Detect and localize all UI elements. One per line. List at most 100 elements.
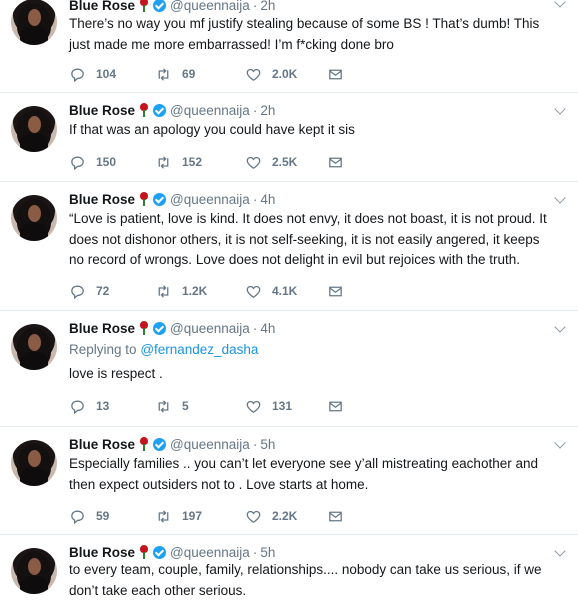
display-name[interactable]: Blue Rose xyxy=(69,103,135,118)
dm-button[interactable] xyxy=(327,283,344,300)
dm-button[interactable] xyxy=(327,508,344,525)
reply-button[interactable]: 72 xyxy=(69,283,155,300)
verified-badge-icon xyxy=(153,321,167,335)
retweet-button[interactable]: 5 xyxy=(155,398,245,415)
chevron-down-icon[interactable] xyxy=(554,103,566,115)
retweet-count: 1.2K xyxy=(182,284,208,298)
tweet[interactable]: Blue Rose @queennaija · 2h There’s no wa… xyxy=(0,0,578,93)
like-button[interactable]: 4.1K xyxy=(245,283,327,300)
separator: · xyxy=(252,102,258,118)
handle[interactable]: @queennaija xyxy=(170,437,250,452)
envelope-icon xyxy=(329,511,342,521)
heart-icon xyxy=(246,510,261,523)
display-name[interactable]: Blue Rose xyxy=(69,192,135,207)
reply-button[interactable]: 59 xyxy=(69,508,155,525)
timestamp[interactable]: 4h xyxy=(260,321,275,336)
separator: · xyxy=(252,320,258,336)
tweet[interactable]: Blue Rose @queennaija · 2h If that was a… xyxy=(0,93,578,182)
tweet-text: Especially families .. you can’t let eve… xyxy=(69,454,571,495)
heart-icon xyxy=(246,68,261,81)
chevron-down-icon[interactable] xyxy=(554,437,566,449)
tweet[interactable]: Blue Rose @queennaija · 5h to every team… xyxy=(0,535,578,600)
verified-badge-icon xyxy=(153,437,167,451)
separator: · xyxy=(252,436,258,452)
like-button[interactable]: 2.2K xyxy=(245,508,327,525)
like-button[interactable]: 2.5K xyxy=(245,154,327,171)
like-count: 2.5K xyxy=(272,155,298,169)
timestamp[interactable]: 5h xyxy=(260,545,275,560)
reply-button[interactable]: 104 xyxy=(69,66,155,83)
retweet-button[interactable]: 152 xyxy=(155,154,245,171)
reply-count: 150 xyxy=(96,155,117,169)
display-name[interactable]: Blue Rose xyxy=(69,321,135,336)
reply-count: 13 xyxy=(96,399,110,413)
heart-icon xyxy=(246,400,261,413)
handle[interactable]: @queennaija xyxy=(170,192,250,207)
verified-badge-icon xyxy=(153,103,167,117)
envelope-icon xyxy=(329,401,342,411)
separator: · xyxy=(252,191,258,207)
replying-to-link[interactable]: @fernandez_dasha xyxy=(140,342,258,357)
reply-count: 59 xyxy=(96,509,110,523)
reply-count: 104 xyxy=(96,67,117,81)
tweet-text-line: If that was an apology you could have ke… xyxy=(69,122,355,137)
timestamp[interactable]: 2h xyxy=(260,103,275,118)
tweet-header: Blue Rose @queennaija · 4h xyxy=(69,190,275,208)
avatar[interactable] xyxy=(11,548,57,594)
timestamp[interactable]: 2h xyxy=(260,0,275,13)
reply-button[interactable]: 150 xyxy=(69,154,155,171)
tweet-actions: 104 69 2.0K xyxy=(69,65,344,83)
retweet-count: 152 xyxy=(182,155,203,169)
handle[interactable]: @queennaija xyxy=(170,545,250,560)
timestamp[interactable]: 5h xyxy=(260,437,275,452)
retweet-icon xyxy=(158,399,169,413)
avatar[interactable] xyxy=(11,324,57,370)
replying-to-label: Replying to xyxy=(69,342,137,357)
display-name[interactable]: Blue Rose xyxy=(69,437,135,452)
tweet[interactable]: Blue Rose @queennaija · 5h Especially fa… xyxy=(0,427,578,535)
separator: · xyxy=(252,544,258,560)
chevron-down-icon[interactable] xyxy=(554,321,566,333)
envelope-icon xyxy=(329,69,342,79)
like-count: 4.1K xyxy=(272,284,298,298)
tweet[interactable]: Blue Rose @queennaija · 4h Replying to @… xyxy=(0,311,578,427)
rose-emoji-icon xyxy=(139,0,149,12)
tweet-actions: 59 197 2.2K xyxy=(69,507,344,525)
like-button[interactable]: 131 xyxy=(245,398,327,415)
tweet-text-line: There’s no way you mf justify stealing b… xyxy=(69,16,540,31)
timestamp[interactable]: 4h xyxy=(260,192,275,207)
retweet-button[interactable]: 197 xyxy=(155,508,245,525)
handle[interactable]: @queennaija xyxy=(170,103,250,118)
display-name[interactable]: Blue Rose xyxy=(69,545,135,560)
envelope-icon xyxy=(329,157,342,167)
like-button[interactable]: 2.0K xyxy=(245,66,327,83)
replying-to: Replying to @fernandez_dasha xyxy=(69,340,258,360)
chevron-down-icon[interactable] xyxy=(554,545,566,557)
dm-button[interactable] xyxy=(327,154,344,171)
retweet-button[interactable]: 69 xyxy=(155,66,245,83)
retweet-button[interactable]: 1.2K xyxy=(155,283,245,300)
chevron-down-icon[interactable] xyxy=(554,192,566,204)
avatar[interactable] xyxy=(11,106,57,152)
tweet[interactable]: Blue Rose @queennaija · 4h “Love is pati… xyxy=(0,182,578,311)
avatar[interactable] xyxy=(11,440,57,486)
rose-emoji-icon xyxy=(139,545,149,559)
avatar[interactable] xyxy=(11,0,57,45)
dm-button[interactable] xyxy=(327,398,344,415)
chevron-down-icon[interactable] xyxy=(554,0,566,8)
tweet-text: If that was an apology you could have ke… xyxy=(69,120,571,141)
dm-button[interactable] xyxy=(327,66,344,83)
retweet-count: 5 xyxy=(182,399,189,413)
tweet-text: love is respect . xyxy=(69,364,571,385)
avatar[interactable] xyxy=(11,195,57,241)
handle[interactable]: @queennaija xyxy=(170,0,250,13)
retweet-count: 69 xyxy=(182,67,196,81)
handle[interactable]: @queennaija xyxy=(170,321,250,336)
tweet-text: to every team, couple, family, relations… xyxy=(69,560,571,600)
display-name[interactable]: Blue Rose xyxy=(69,0,135,13)
reply-button[interactable]: 13 xyxy=(69,398,155,415)
tweet-actions: 13 5 131 xyxy=(69,397,344,415)
tweet-actions: 72 1.2K 4.1K xyxy=(69,282,344,300)
verified-badge-icon xyxy=(153,545,167,559)
retweet-icon xyxy=(158,155,169,169)
